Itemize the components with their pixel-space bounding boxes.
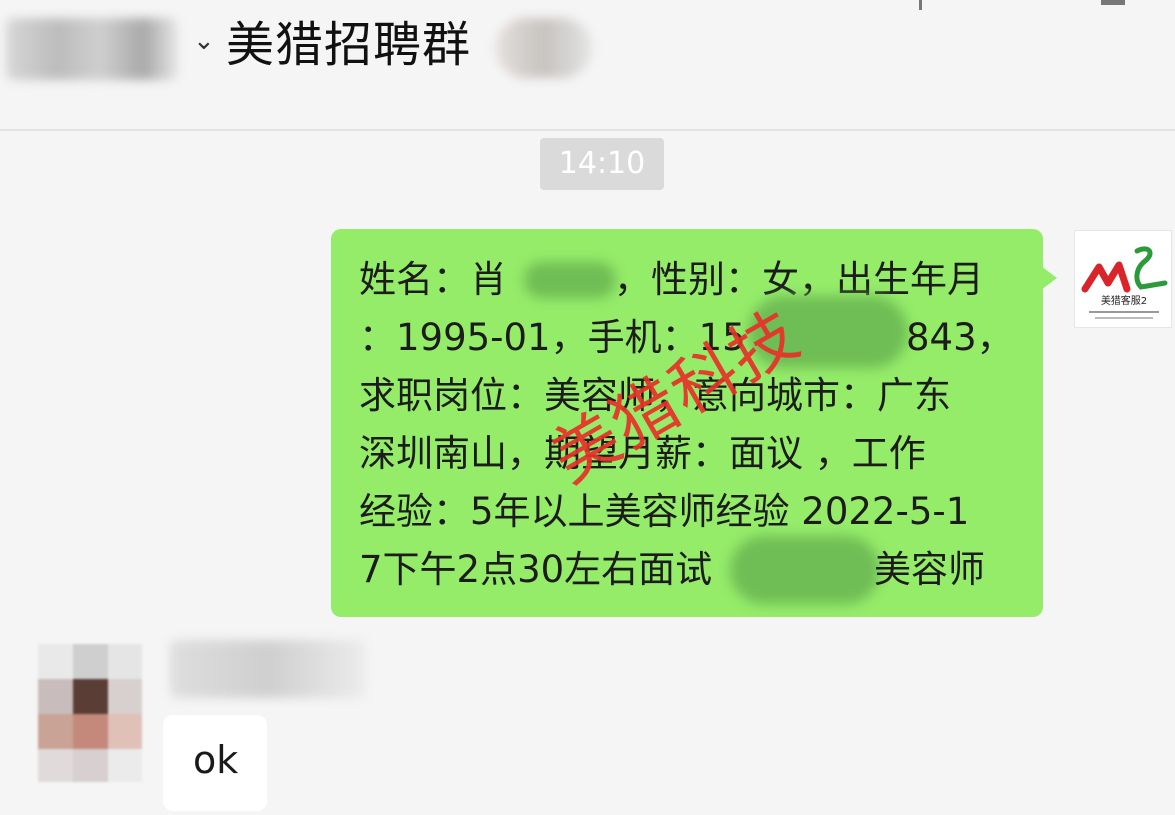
- message-line-6b: 美容师: [874, 548, 985, 591]
- receiver-avatar[interactable]: [38, 644, 142, 782]
- chat-header: ⌄ 美猎招聘群: [0, 0, 1175, 131]
- chat-title[interactable]: 美猎招聘群: [226, 14, 471, 76]
- message-timestamp: 14:10: [540, 138, 664, 190]
- avatar-caption: 美猎客服2: [1101, 294, 1147, 307]
- message-line-1a: 姓名：肖: [359, 258, 507, 301]
- ml-logo-icon: 美猎客服2: [1081, 246, 1168, 319]
- redacted-name: [524, 262, 616, 298]
- message-line-6a: 7下午2点30左右面试: [359, 548, 713, 591]
- blurred-sender-name: [170, 640, 366, 698]
- message-line-2b: 843，: [906, 316, 1014, 359]
- redacted-company: [730, 536, 880, 604]
- blurred-group-suffix: [496, 18, 592, 78]
- message-line-5: 经验：5年以上美容师经验 2022-5-1: [359, 490, 970, 533]
- sender-avatar[interactable]: 美猎客服2: [1074, 230, 1172, 328]
- received-message-text: ok: [193, 738, 239, 782]
- more-icon[interactable]: [1101, 0, 1125, 5]
- bubble-tail: [1041, 266, 1057, 290]
- toolbar-edge-icon[interactable]: [919, 0, 922, 10]
- chevron-down-icon[interactable]: ⌄: [193, 26, 215, 56]
- blurred-group-prefix: [6, 18, 178, 80]
